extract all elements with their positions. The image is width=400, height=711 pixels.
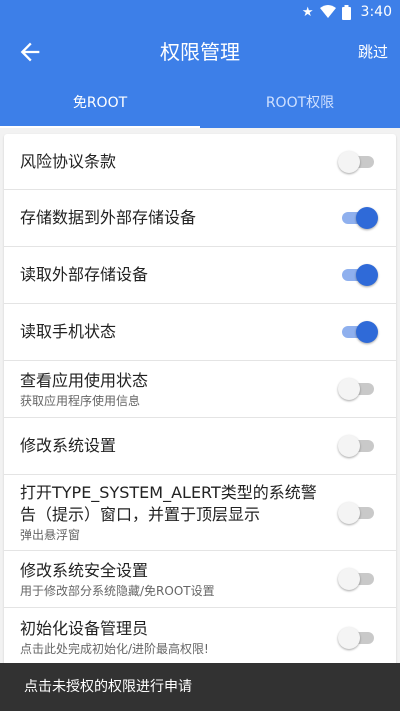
tab-root[interactable]: ROOT权限 [200,80,400,128]
permission-title: 存储数据到外部存储设备 [20,208,197,227]
toggle-thumb [338,150,360,173]
permission-subtitle: 点击此处完成初始化/进阶最高权限! [20,642,209,656]
permission-title: 查看应用使用状态 [20,370,149,390]
permission-subtitle: 弹出悬浮窗 [20,528,81,542]
permission-row[interactable]: 修改系统设置 [4,418,396,475]
skip-button[interactable]: 跳过 [358,24,388,80]
permission-texts: 存储数据到外部存储设备 [20,207,340,229]
permission-row[interactable]: 存储数据到外部存储设备 [4,190,396,247]
star-icon: ★ [301,4,314,20]
toggle-thumb [338,435,360,457]
permission-texts: 修改系统安全设置用于修改部分系统隐藏/免ROOT设置 [20,560,340,599]
permission-texts: 风险协议条款 [20,151,340,173]
tab-bar: 免ROOT ROOT权限 [0,80,400,128]
page-title: 权限管理 [160,40,240,64]
permission-toggle[interactable] [338,501,376,525]
permission-subtitle: 用于修改部分系统隐藏/免ROOT设置 [20,583,215,598]
permission-title: 风险协议条款 [20,151,117,171]
permission-texts: 初始化设备管理员点击此处完成初始化/进阶最高权限! [20,618,340,657]
permission-toggle[interactable] [338,626,376,650]
permission-subtitle: 获取应用程序使用信息 [20,393,141,408]
permission-card: 风险协议条款存储数据到外部存储设备 读取外部存储设备 读取手机状态查看应用使用状态获… [4,134,396,668]
permission-row[interactable]: 打开TYPE_SYSTEM_ALERT类型的系统警告（提示）窗口，并置于顶层显示… [4,475,396,551]
permission-toggle[interactable] [340,263,378,287]
permission-toggle[interactable] [338,434,376,458]
permission-texts: 修改系统设置 [20,435,340,457]
permission-title: 初始化设备管理员 [20,619,149,638]
toggle-thumb [356,264,378,286]
permission-row[interactable]: 读取手机状态 [4,304,396,361]
toggle-thumb [338,626,360,649]
permission-toggle[interactable] [340,206,378,230]
toggle-thumb [356,321,378,343]
tab-no-root[interactable]: 免ROOT [0,80,200,128]
permission-texts: 打开TYPE_SYSTEM_ALERT类型的系统警告（提示）窗口，并置于顶层显示… [20,482,340,543]
toggle-thumb [356,207,378,229]
status-time: 3:40 [360,4,392,20]
toggle-thumb [338,378,360,400]
permission-row[interactable]: 初始化设备管理员点击此处完成初始化/进阶最高权限! [4,608,396,668]
permission-title: 打开TYPE_SYSTEM_ALERT类型的系统警告（提示）窗口，并置于顶层显示 [20,483,317,524]
wifi-icon [319,5,336,18]
permission-row[interactable]: 查看应用使用状态获取应用程序使用信息 [4,361,396,418]
permission-toggle[interactable] [338,567,376,591]
permission-row[interactable]: 风险协议条款 [4,134,396,190]
permission-row[interactable]: 修改系统安全设置用于修改部分系统隐藏/免ROOT设置 [4,551,396,608]
permission-texts: 读取外部存储设备 [20,264,340,286]
permission-list: 风险协议条款存储数据到外部存储设备 读取外部存储设备 读取手机状态查看应用使用状态获… [0,128,400,711]
permission-title: 读取外部存储设备 [20,265,149,284]
permission-row[interactable]: 读取外部存储设备 [4,247,396,304]
app-bar: 权限管理 跳过 [0,24,400,80]
snackbar: 点击未授权的权限进行申请 [0,663,400,711]
permission-toggle[interactable] [338,150,376,174]
permission-texts: 读取手机状态 [20,321,340,343]
permission-texts: 查看应用使用状态获取应用程序使用信息 [20,370,340,409]
permission-title: 修改系统设置 [20,436,117,455]
permission-title: 读取手机状态 [20,322,117,341]
permission-title: 修改系统安全设置 [20,560,149,580]
toggle-thumb [338,501,360,524]
status-bar: ★ 3:40 [0,0,400,24]
permission-toggle[interactable] [340,320,378,344]
toggle-thumb [338,568,360,590]
battery-icon [341,4,351,20]
permission-toggle[interactable] [338,377,376,401]
